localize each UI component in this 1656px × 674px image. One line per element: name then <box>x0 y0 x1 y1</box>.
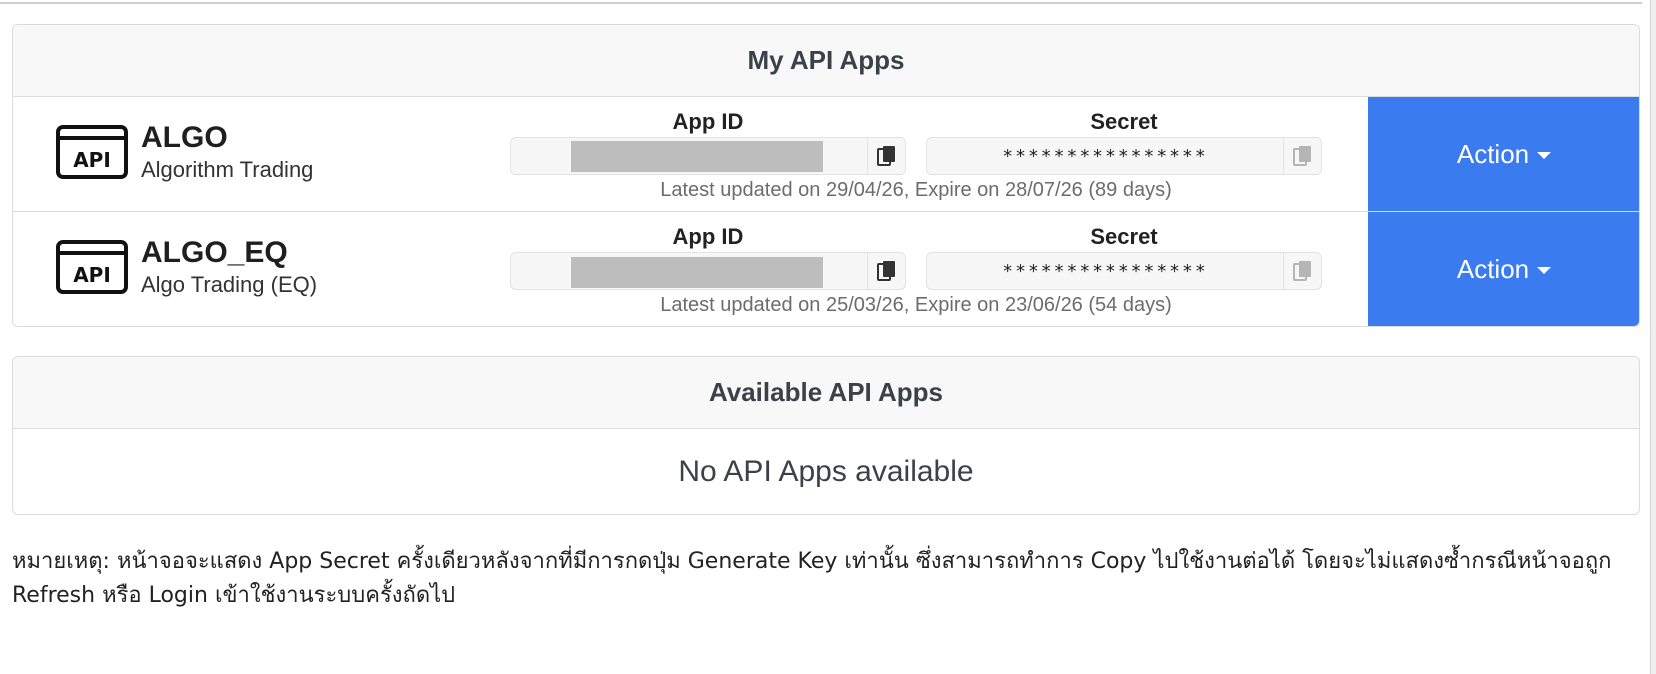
action-dropdown-button[interactable]: Action <box>1368 212 1639 326</box>
updated-expire-text: Latest updated on 29/04/26, Expire on 28… <box>660 179 1172 201</box>
app-id-label: App ID <box>672 224 744 249</box>
caret-down-icon <box>1537 151 1552 159</box>
app-id-field[interactable] <box>510 252 906 290</box>
secret-label: Secret <box>1090 224 1158 249</box>
api-icon: API <box>56 240 128 294</box>
app-description: Algo Trading (EQ) <box>141 272 318 297</box>
available-api-apps-title: Available API Apps <box>13 357 1639 429</box>
my-api-apps-title: My API Apps <box>13 25 1639 97</box>
app-description: Algorithm Trading <box>141 157 314 182</box>
updated-expire-text: Latest updated on 25/03/26, Expire on 23… <box>660 294 1172 316</box>
secret-value: **************** <box>1002 261 1208 282</box>
api-icon: API <box>56 125 128 179</box>
copy-icon <box>876 261 895 281</box>
my-api-apps-card: My API Apps API ALGO Algorithm Trading A… <box>12 24 1640 327</box>
copy-icon <box>1292 261 1311 281</box>
copy-icon <box>876 146 895 166</box>
app-name: ALGO <box>141 121 228 154</box>
action-dropdown-button[interactable]: Action <box>1368 97 1639 211</box>
app-name: ALGO_EQ <box>141 236 288 269</box>
secret-label: Secret <box>1090 109 1158 134</box>
api-icon-label: API <box>73 148 111 172</box>
secret-field[interactable]: **************** <box>926 252 1322 290</box>
app-id-redacted <box>571 257 823 288</box>
copy-icon <box>1292 146 1311 166</box>
secret-value: **************** <box>1002 146 1208 167</box>
app-row-algo-eq: API ALGO_EQ Algo Trading (EQ) App ID Sec… <box>13 212 1639 326</box>
app-id-label: App ID <box>672 109 744 134</box>
copy-app-id-button[interactable] <box>867 253 905 289</box>
window-scroll-edge <box>1650 0 1656 674</box>
copy-secret-button[interactable] <box>1283 253 1321 289</box>
action-label: Action <box>1456 138 1530 169</box>
empty-state-message: No API Apps available <box>678 455 974 488</box>
app-id-redacted <box>571 141 823 172</box>
footnote: หมายเหตุ: หน้าจอจะแสดง App Secret ครั้งเ… <box>12 549 1612 608</box>
api-icon-label: API <box>73 263 111 287</box>
secret-field[interactable]: **************** <box>926 137 1322 175</box>
available-api-apps-card: Available API Apps No API Apps available <box>12 356 1640 515</box>
app-row-algo: API ALGO Algorithm Trading App ID Secret… <box>13 97 1639 212</box>
copy-app-id-button[interactable] <box>867 138 905 174</box>
caret-down-icon <box>1537 266 1552 274</box>
copy-secret-button[interactable] <box>1283 138 1321 174</box>
app-id-field[interactable] <box>510 137 906 175</box>
top-divider <box>0 0 1642 4</box>
action-label: Action <box>1456 253 1530 284</box>
